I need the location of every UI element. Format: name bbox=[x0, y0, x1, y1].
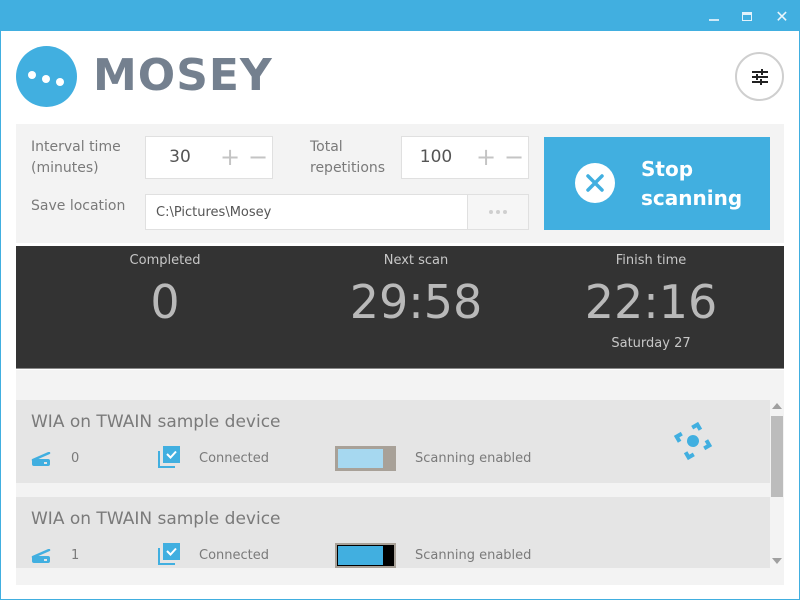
stop-scanning-label: Stop scanning bbox=[641, 157, 743, 210]
device-name: WIA on TWAIN sample device bbox=[31, 509, 281, 529]
stat-caption: Completed bbox=[129, 253, 201, 268]
stat-value: 0 bbox=[150, 275, 180, 329]
checkbox-icon[interactable] bbox=[158, 446, 180, 468]
device-list: WIA on TWAIN sample device 0 Connected S… bbox=[16, 370, 784, 585]
stat-next-scan: Next scan 29:58 bbox=[288, 246, 544, 330]
stat-completed: Completed 0 bbox=[37, 246, 293, 330]
device-index: 1 bbox=[71, 548, 80, 563]
total-decrement-button[interactable]: − bbox=[504, 143, 524, 171]
stat-caption: Next scan bbox=[383, 253, 449, 268]
interval-stepper[interactable]: 30 + − bbox=[145, 136, 273, 179]
device-item[interactable]: WIA on TWAIN sample device 0 Connected S… bbox=[16, 400, 770, 483]
save-location-label: Save location bbox=[31, 198, 126, 214]
close-button[interactable]: ✕ bbox=[772, 6, 792, 26]
scan-config-panel: Interval time (minutes) 30 + − Total rep… bbox=[16, 124, 784, 243]
device-list-scrollbar[interactable] bbox=[770, 400, 784, 568]
stat-caption: Finish time bbox=[615, 253, 687, 268]
client-area: MOSEY Interval time (minutes) 30 + − Tot… bbox=[1, 31, 799, 599]
total-repetitions-value[interactable]: 100 bbox=[402, 147, 470, 167]
checkbox-icon[interactable] bbox=[158, 543, 180, 565]
stat-value: 29:58 bbox=[349, 275, 483, 329]
settings-button[interactable] bbox=[735, 52, 784, 101]
close-icon: ✕ bbox=[775, 6, 789, 26]
scanner-icon bbox=[31, 549, 51, 563]
scroll-down-arrow-icon[interactable] bbox=[772, 558, 782, 564]
app-title: MOSEY bbox=[93, 50, 273, 101]
device-status: Connected bbox=[199, 451, 270, 466]
interval-label: Interval time (minutes) bbox=[31, 139, 121, 176]
interval-value[interactable]: 30 bbox=[146, 147, 214, 167]
stats-panel: Completed 0 Next scan 29:58 Finish time … bbox=[16, 246, 784, 369]
maximize-button[interactable] bbox=[737, 6, 757, 26]
stat-finish-time: Finish time 22:16 Saturday 27 bbox=[523, 246, 779, 351]
minimize-icon bbox=[709, 19, 719, 21]
save-location-input[interactable] bbox=[145, 194, 468, 230]
device-status: Connected bbox=[199, 548, 270, 563]
sliders-icon bbox=[751, 68, 768, 85]
total-repetitions-stepper[interactable]: 100 + − bbox=[401, 136, 529, 179]
total-increment-button[interactable]: + bbox=[476, 143, 496, 171]
device-item[interactable]: WIA on TWAIN sample device 1 Connected S… bbox=[16, 497, 770, 568]
stat-subvalue: Saturday 27 bbox=[611, 336, 691, 351]
scroll-up-arrow-icon[interactable] bbox=[772, 403, 782, 409]
scanning-toggle-label: Scanning enabled bbox=[415, 451, 532, 466]
stop-scanning-button[interactable]: Stop scanning bbox=[544, 137, 770, 230]
ellipsis-icon bbox=[489, 210, 493, 214]
scanner-icon bbox=[31, 452, 51, 466]
device-name: WIA on TWAIN sample device bbox=[31, 412, 281, 432]
three-dots-circle-icon bbox=[16, 46, 77, 107]
total-repetitions-label: Total repetitions bbox=[310, 139, 386, 176]
locate-device-icon[interactable] bbox=[672, 420, 714, 462]
interval-decrement-button[interactable]: − bbox=[248, 143, 268, 171]
stat-value: 22:16 bbox=[584, 275, 718, 329]
browse-button[interactable] bbox=[467, 194, 529, 230]
device-index: 0 bbox=[71, 451, 80, 466]
minimize-button[interactable] bbox=[704, 6, 724, 26]
maximize-icon bbox=[742, 11, 752, 21]
scanning-toggle[interactable] bbox=[335, 446, 396, 471]
scanning-toggle-label: Scanning enabled bbox=[415, 548, 532, 563]
interval-increment-button[interactable]: + bbox=[220, 143, 240, 171]
scanning-toggle[interactable] bbox=[335, 543, 396, 568]
close-circle-icon bbox=[575, 163, 615, 203]
scrollbar-thumb[interactable] bbox=[771, 416, 783, 497]
title-bar[interactable]: ✕ bbox=[0, 0, 800, 31]
app-window: ✕ MOSEY Interval time (minutes) 30 + − T… bbox=[0, 0, 800, 600]
